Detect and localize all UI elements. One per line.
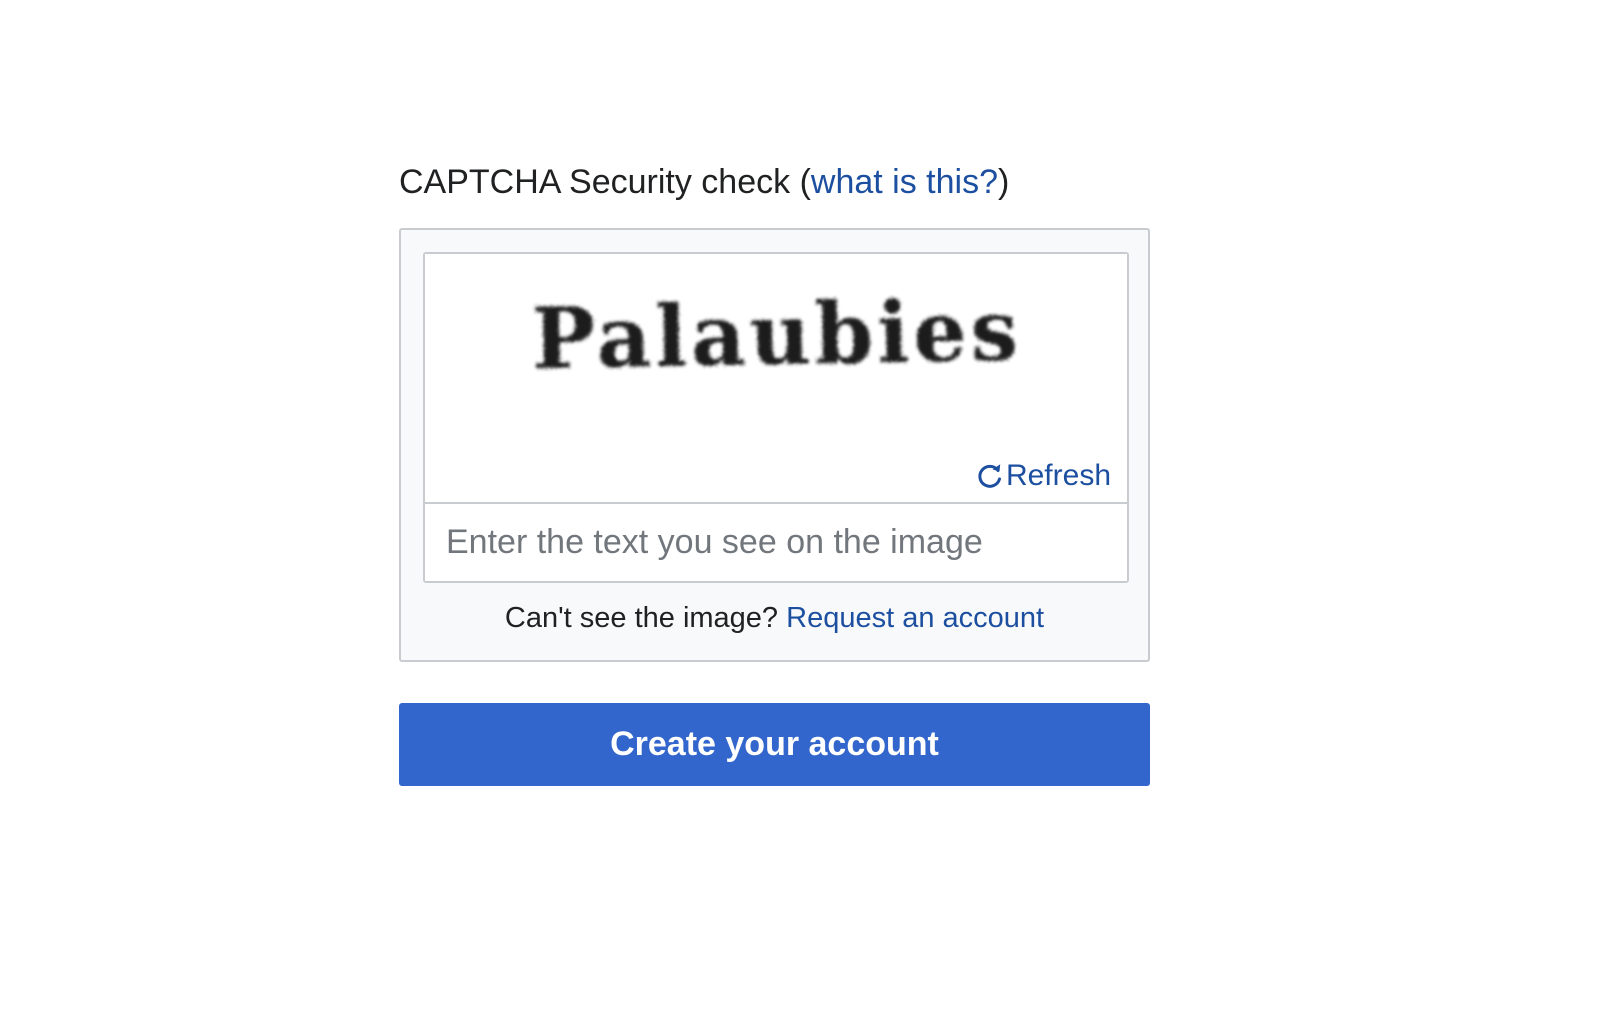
captcha-distorted-text: Palaubies [531, 281, 1023, 389]
captcha-input[interactable] [425, 504, 1127, 581]
what-is-this-link[interactable]: what is this? [811, 163, 998, 201]
captcha-heading: CAPTCHA Security check (what is this?) [399, 160, 1009, 204]
refresh-icon [976, 462, 1004, 490]
page: CAPTCHA Security check (what is this?) P… [0, 0, 1600, 1035]
captcha-help-line: Can't see the image? Request an account [401, 600, 1148, 636]
request-account-link[interactable]: Request an account [786, 602, 1044, 634]
captcha-box: Palaubies Refresh Can't see the image? R… [399, 228, 1150, 662]
captcha-heading-label: CAPTCHA Security check ( [399, 163, 811, 201]
create-account-button[interactable]: Create your account [399, 703, 1150, 786]
refresh-button[interactable]: Refresh [976, 458, 1111, 494]
refresh-label: Refresh [1005, 459, 1111, 492]
captcha-field-container: Palaubies Refresh [423, 252, 1129, 583]
captcha-help-text: Can't see the image? [504, 602, 787, 634]
captcha-heading-close: ) [997, 163, 1010, 201]
